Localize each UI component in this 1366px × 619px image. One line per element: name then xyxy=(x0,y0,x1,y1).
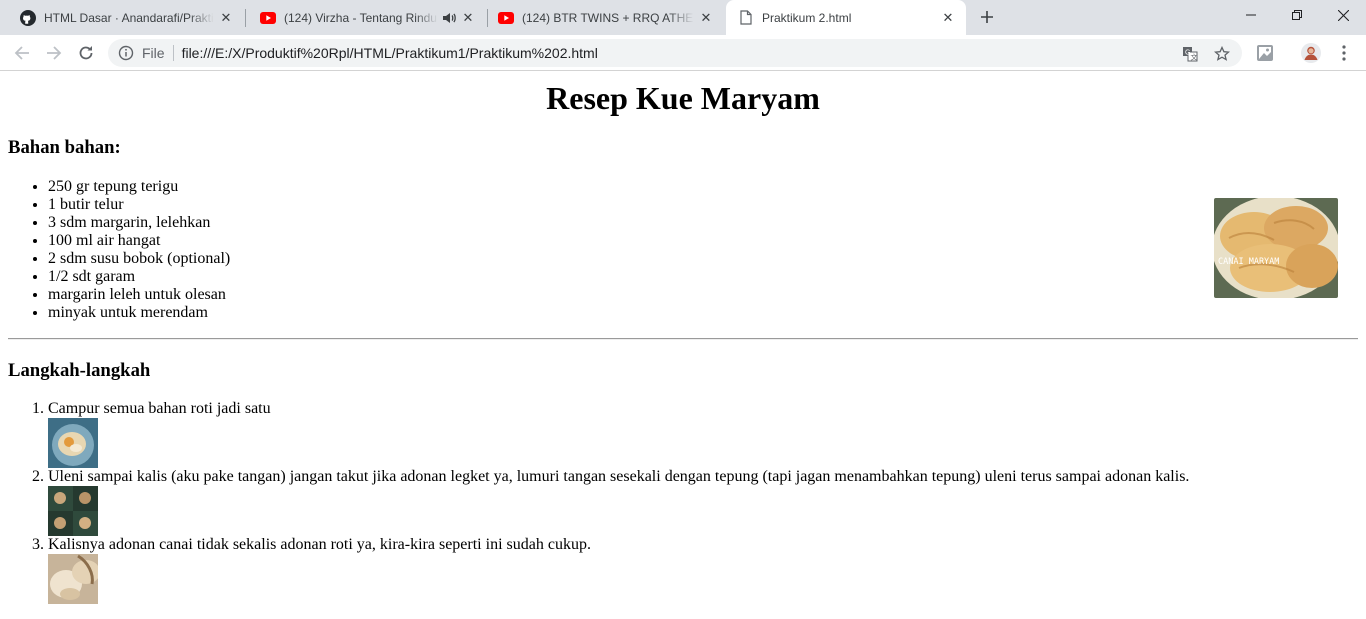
list-item: margarin leleh untuk olesan xyxy=(48,286,230,304)
minimize-icon xyxy=(1246,14,1256,16)
tab-strip: HTML Dasar · Anandarafi/Praktikum ✕ (124… xyxy=(0,0,1366,35)
address-bar[interactable]: File file:///E:/X/Produktif%20Rpl/HTML/P… xyxy=(108,39,1242,67)
kue-maryam-photo: CANAI MARYAM xyxy=(1214,198,1338,298)
restore-icon xyxy=(1292,10,1302,20)
back-button[interactable] xyxy=(9,40,35,66)
restore-button[interactable] xyxy=(1274,0,1320,30)
tab-praktikum-active[interactable]: Praktikum 2.html ✕ xyxy=(726,0,966,35)
page-content: Resep Kue Maryam Bahan bahan: 250 gr tep… xyxy=(0,71,1366,619)
dough-mixing-photo xyxy=(48,418,98,468)
list-item: Kalisnya adonan canai tidak sekalis adon… xyxy=(48,536,1189,604)
github-icon xyxy=(20,9,36,26)
kebab-menu-icon xyxy=(1342,45,1346,61)
page-scheme-label: File xyxy=(142,45,165,61)
reload-button[interactable] xyxy=(73,40,99,66)
close-tab-icon[interactable]: ✕ xyxy=(698,10,714,26)
list-item: 2 sdm susu bobok (optional) xyxy=(48,250,230,268)
close-tab-icon[interactable]: ✕ xyxy=(460,10,476,26)
forward-button[interactable] xyxy=(41,40,67,66)
tab-title: (124) BTR TWINS + RRQ ATHENA xyxy=(522,10,694,25)
reload-icon xyxy=(79,46,93,60)
plus-icon xyxy=(981,11,993,23)
list-item: 250 gr tepung terigu xyxy=(48,178,230,196)
youtube-icon xyxy=(498,10,514,26)
section-divider xyxy=(8,338,1358,340)
ingredients-heading: Bahan bahan: xyxy=(8,137,121,158)
list-item: 1/2 sdt garam xyxy=(48,268,230,286)
page-title: Resep Kue Maryam xyxy=(546,80,820,116)
kneading-photo xyxy=(48,486,98,536)
list-item: minyak untuk merendam xyxy=(48,304,230,322)
profile-avatar[interactable] xyxy=(1301,43,1321,63)
list-item: 3 sdm margarin, lelehkan xyxy=(48,214,230,232)
forward-arrow-icon xyxy=(47,46,62,60)
step-text: Uleni sampai kalis (aku pake tangan) jan… xyxy=(48,468,1190,485)
dough-result-photo xyxy=(48,554,98,604)
tab-title: Praktikum 2.html xyxy=(762,10,852,25)
steps-heading: Langkah-langkah xyxy=(8,360,151,381)
close-tab-icon[interactable]: ✕ xyxy=(218,10,234,26)
tab-youtube-btr[interactable]: (124) BTR TWINS + RRQ ATHENA ✕ xyxy=(488,0,724,35)
list-item: Uleni sampai kalis (aku pake tangan) jan… xyxy=(48,468,1189,536)
svg-text:文: 文 xyxy=(1191,53,1198,62)
info-icon[interactable] xyxy=(118,45,134,61)
extension-icon[interactable] xyxy=(1255,43,1275,63)
document-icon xyxy=(738,10,754,26)
tab-github[interactable]: HTML Dasar · Anandarafi/Praktikum ✕ xyxy=(0,0,244,35)
omnibox-divider xyxy=(172,45,174,61)
youtube-icon xyxy=(260,10,276,26)
new-tab-button[interactable] xyxy=(976,6,998,28)
step-text: Kalisnya adonan canai tidak sekalis adon… xyxy=(48,536,591,553)
url-text[interactable]: file:///E:/X/Produktif%20Rpl/HTML/Prakti… xyxy=(182,45,1242,61)
translate-icon[interactable]: G文 xyxy=(1181,45,1199,63)
back-arrow-icon xyxy=(14,46,29,60)
close-icon xyxy=(1337,9,1349,21)
list-item: 1 butir telur xyxy=(48,196,230,214)
browser-toolbar: File file:///E:/X/Produktif%20Rpl/HTML/P… xyxy=(0,35,1366,71)
speaker-icon[interactable] xyxy=(442,11,456,25)
tab-title: HTML Dasar · Anandarafi/Praktikum xyxy=(44,10,214,25)
photo-caption: CANAI MARYAM xyxy=(1218,257,1279,267)
step-text: Campur semua bahan roti jadi satu xyxy=(48,400,271,417)
avatar-icon xyxy=(1301,43,1321,63)
ingredients-list: 250 gr tepung terigu 1 butir telur 3 sdm… xyxy=(8,178,230,322)
list-item: 100 ml air hangat xyxy=(48,232,230,250)
menu-button[interactable] xyxy=(1334,43,1354,63)
tab-title: (124) Virzha - Tentang Rindu xyxy=(284,10,437,25)
bookmark-star-icon[interactable] xyxy=(1213,45,1231,63)
list-item: Campur semua bahan roti jadi satu xyxy=(48,400,1189,468)
steps-list: Campur semua bahan roti jadi satu Uleni … xyxy=(8,400,1189,604)
minimize-button[interactable] xyxy=(1228,0,1274,30)
close-tab-icon[interactable]: ✕ xyxy=(940,10,956,26)
close-window-button[interactable] xyxy=(1320,0,1366,30)
tab-youtube-virzha[interactable]: (124) Virzha - Tentang Rindu ✕ xyxy=(246,0,486,35)
